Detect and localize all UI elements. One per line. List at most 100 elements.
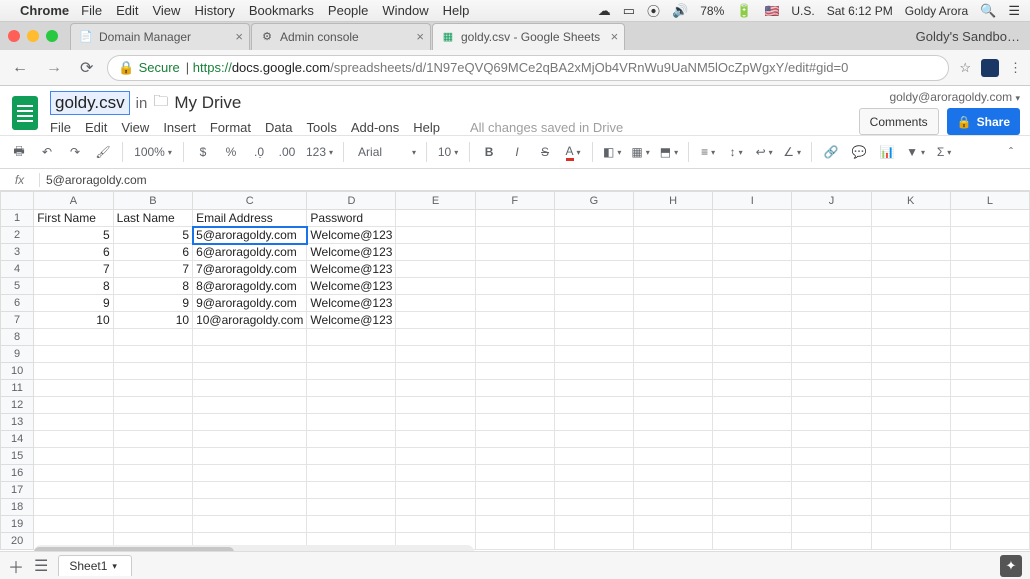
- cell[interactable]: [554, 278, 633, 295]
- cell[interactable]: [950, 482, 1029, 499]
- column-header[interactable]: D: [307, 192, 396, 210]
- browser-tab-active[interactable]: ▦ goldy.csv - Google Sheets ×: [432, 23, 625, 50]
- strikethrough-button[interactable]: S: [532, 139, 558, 165]
- cell[interactable]: [871, 210, 950, 227]
- all-sheets-button[interactable]: ☰: [34, 556, 48, 576]
- share-button[interactable]: 🔒Share: [947, 108, 1020, 135]
- chrome-profile-label[interactable]: Goldy's Sandbo…: [916, 29, 1030, 44]
- cell[interactable]: [396, 346, 475, 363]
- cell[interactable]: Welcome@123: [307, 278, 396, 295]
- cell[interactable]: [713, 482, 792, 499]
- cell[interactable]: [871, 397, 950, 414]
- cell[interactable]: [871, 312, 950, 329]
- cell[interactable]: [634, 414, 713, 431]
- cell[interactable]: [713, 414, 792, 431]
- cell[interactable]: [396, 210, 475, 227]
- cell[interactable]: [307, 482, 396, 499]
- cell[interactable]: [871, 278, 950, 295]
- cell[interactable]: [475, 278, 554, 295]
- cell[interactable]: [871, 482, 950, 499]
- cell[interactable]: Email Address: [193, 210, 307, 227]
- cell[interactable]: [634, 380, 713, 397]
- cell[interactable]: [950, 499, 1029, 516]
- cell[interactable]: [113, 431, 192, 448]
- cell[interactable]: [871, 261, 950, 278]
- cell[interactable]: [634, 533, 713, 550]
- cell[interactable]: [34, 516, 113, 533]
- row-header[interactable]: 3: [1, 244, 34, 261]
- cell[interactable]: [554, 499, 633, 516]
- cell[interactable]: [634, 363, 713, 380]
- cell[interactable]: [34, 397, 113, 414]
- cell[interactable]: [713, 295, 792, 312]
- cell[interactable]: [713, 210, 792, 227]
- cell[interactable]: 8: [34, 278, 113, 295]
- cell[interactable]: Welcome@123: [307, 261, 396, 278]
- column-header[interactable]: J: [792, 192, 871, 210]
- window-zoom-button[interactable]: [46, 30, 58, 42]
- cell[interactable]: [475, 329, 554, 346]
- cell[interactable]: [475, 380, 554, 397]
- cell[interactable]: [307, 397, 396, 414]
- cell[interactable]: [950, 363, 1029, 380]
- cell[interactable]: [713, 312, 792, 329]
- cell[interactable]: [713, 431, 792, 448]
- cell[interactable]: Welcome@123: [307, 295, 396, 312]
- cell[interactable]: [475, 499, 554, 516]
- sheets-logo-icon[interactable]: [8, 91, 42, 135]
- menu-help[interactable]: Help: [413, 120, 440, 135]
- cell[interactable]: [713, 380, 792, 397]
- bold-button[interactable]: B: [476, 139, 502, 165]
- cell[interactable]: [113, 346, 192, 363]
- comments-button[interactable]: Comments: [859, 108, 939, 135]
- cell[interactable]: [113, 499, 192, 516]
- menubar-user[interactable]: Goldy Arora: [905, 4, 968, 18]
- cell[interactable]: 10@aroragoldy.com: [193, 312, 307, 329]
- cell[interactable]: 7@aroragoldy.com: [193, 261, 307, 278]
- menu-addons[interactable]: Add-ons: [351, 120, 399, 135]
- cell[interactable]: [34, 329, 113, 346]
- cell[interactable]: [950, 397, 1029, 414]
- cell[interactable]: [792, 278, 871, 295]
- cell[interactable]: [554, 380, 633, 397]
- cell[interactable]: [113, 380, 192, 397]
- cell[interactable]: [396, 516, 475, 533]
- cell[interactable]: [396, 312, 475, 329]
- filter-button[interactable]: ▼▾: [902, 139, 929, 165]
- decrease-decimal-button[interactable]: .0̣: [246, 139, 272, 165]
- cell[interactable]: [193, 414, 307, 431]
- cell[interactable]: [792, 244, 871, 261]
- cell[interactable]: [634, 516, 713, 533]
- forward-button[interactable]: →: [42, 57, 66, 79]
- row-header[interactable]: 10: [1, 363, 34, 380]
- column-header[interactable]: L: [950, 192, 1029, 210]
- cell[interactable]: [34, 346, 113, 363]
- cell[interactable]: [950, 414, 1029, 431]
- row-header[interactable]: 18: [1, 499, 34, 516]
- cell[interactable]: [554, 244, 633, 261]
- cell[interactable]: [396, 499, 475, 516]
- cell[interactable]: [554, 363, 633, 380]
- cell[interactable]: [396, 363, 475, 380]
- cell[interactable]: [950, 329, 1029, 346]
- cell[interactable]: [396, 465, 475, 482]
- cell[interactable]: 7: [113, 261, 192, 278]
- cell[interactable]: 8: [113, 278, 192, 295]
- cell[interactable]: [475, 312, 554, 329]
- row-header[interactable]: 13: [1, 414, 34, 431]
- column-header[interactable]: H: [634, 192, 713, 210]
- cell[interactable]: [871, 227, 950, 244]
- cell[interactable]: 10: [34, 312, 113, 329]
- cell[interactable]: [634, 499, 713, 516]
- cell[interactable]: [950, 261, 1029, 278]
- cell[interactable]: [871, 295, 950, 312]
- cell[interactable]: [307, 414, 396, 431]
- row-header[interactable]: 7: [1, 312, 34, 329]
- text-rotation-button[interactable]: ∠▾: [779, 139, 805, 165]
- cell[interactable]: [307, 363, 396, 380]
- cell[interactable]: [792, 380, 871, 397]
- cell[interactable]: [193, 380, 307, 397]
- cell[interactable]: [34, 499, 113, 516]
- cell[interactable]: [554, 431, 633, 448]
- cell[interactable]: [871, 533, 950, 550]
